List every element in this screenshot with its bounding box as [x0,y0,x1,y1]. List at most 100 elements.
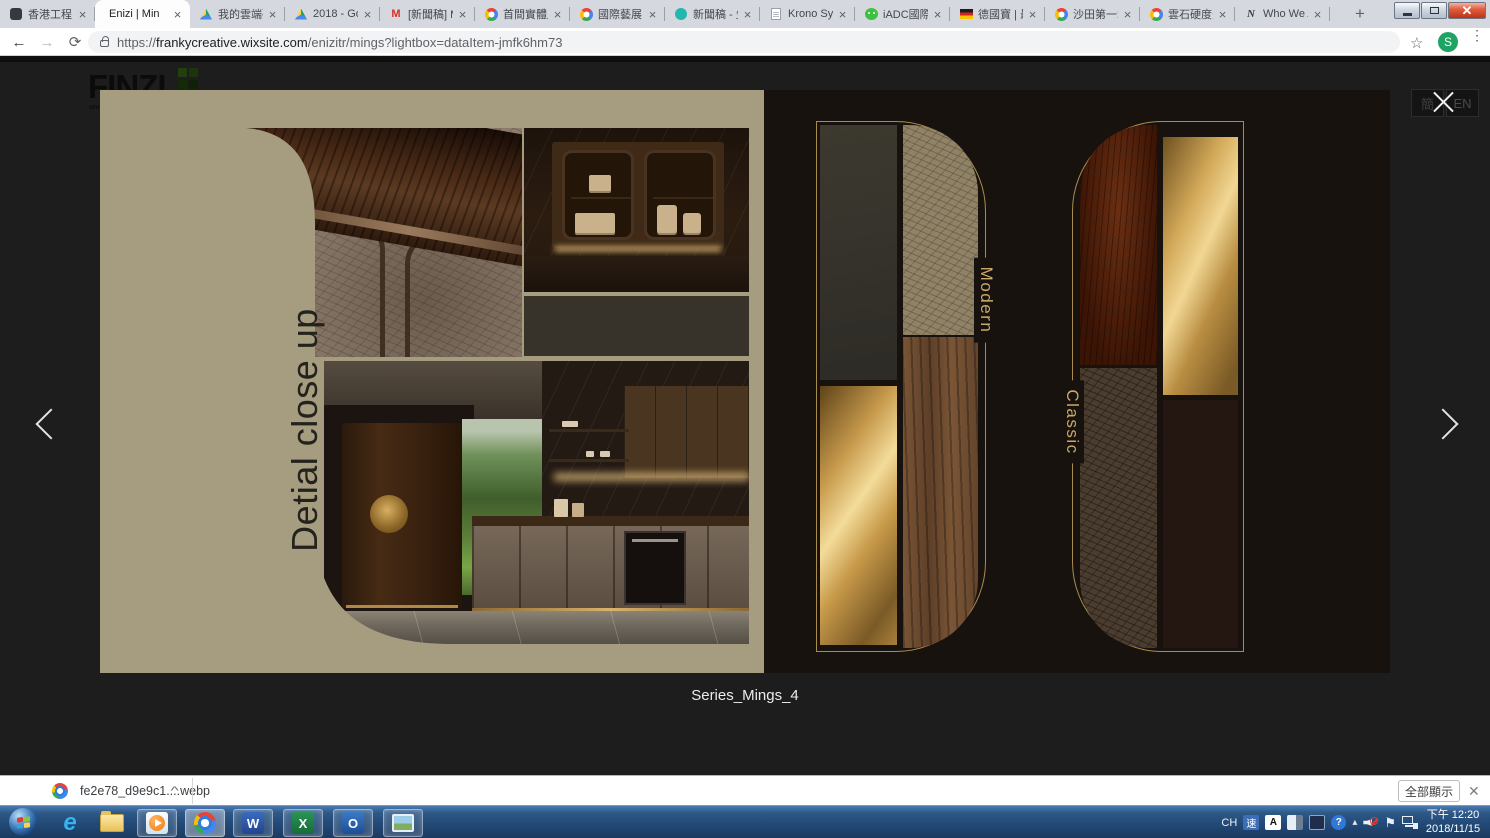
system-tray: CH 速 A ? ▴ ⚑ [1221,806,1418,838]
minimize-icon [1403,13,1412,16]
bookmark-star-icon[interactable]: ☆ [1410,34,1423,52]
tab-title: 香港工程 [28,6,73,22]
excel-icon: X [292,812,314,834]
download-caret-icon[interactable]: ^ [170,785,178,797]
under-cabinet-light [554,473,749,481]
tab-close-icon[interactable]: × [931,8,944,21]
tab-5[interactable]: 首間實體店× [475,0,570,28]
taskbar-clock[interactable]: 下午 12:20 2018/11/15 [1420,808,1486,836]
tab-close-icon[interactable]: × [1026,8,1039,21]
divider [192,778,193,804]
tab-title: 新聞稿 - 生 [693,6,738,22]
padlock-icon [100,40,109,47]
taskbar-photoviewer-button[interactable] [383,809,423,837]
taskbar-explorer-button[interactable] [92,809,132,837]
volume-muted-icon[interactable] [1363,816,1378,829]
tab-title: iADC國際 [883,6,928,22]
taskbar-outlook-button[interactable]: O [333,809,373,837]
ime-panel-icon[interactable] [1287,815,1303,830]
google-drive-icon [294,7,308,21]
help-icon[interactable]: ? [1331,815,1346,830]
ime-mode-icon[interactable]: A [1265,815,1281,830]
gmail-icon: M [389,7,403,21]
tab-close-icon[interactable]: × [1216,8,1229,21]
download-bar-close-button[interactable]: ✕ [1468,783,1480,799]
tab-3[interactable]: 2018 - Go× [285,0,380,28]
minimize-button[interactable] [1394,2,1420,19]
maximize-button[interactable] [1421,2,1447,19]
lightbox-next-arrow[interactable] [1427,408,1458,439]
taskbar-ie-button[interactable]: e [50,809,90,837]
lightbox-prev-arrow[interactable] [35,408,66,439]
tabs: 香港工程× Enizi | Min× 我的雲端硬× 2018 - Go× M[新… [0,0,1330,28]
tab-title: 雲石硬度分 [1168,6,1213,22]
taskbar-excel-button[interactable]: X [283,809,323,837]
under-cabinet-light [554,246,722,252]
tab-4[interactable]: M[新聞稿] M× [380,0,475,28]
tab-strip: 香港工程× Enizi | Min× 我的雲端硬× 2018 - Go× M[新… [0,0,1490,28]
chat-icon [674,7,688,21]
action-center-flag-icon[interactable]: ⚑ [1384,815,1396,831]
shelf-line [571,197,631,199]
tab-1-active[interactable]: Enizi | Min× [95,0,190,28]
tab-close-icon[interactable]: × [1121,8,1134,21]
tab-title: 首間實體店 [503,6,548,22]
document-icon [769,7,783,21]
taskbar-word-button[interactable]: W [233,809,273,837]
maximize-icon [1430,7,1439,14]
taskbar-mediaplayer-button[interactable] [137,809,177,837]
tab-7[interactable]: 新聞稿 - 生× [665,0,760,28]
keyboard-icon[interactable] [1309,815,1325,830]
wall-shelf [549,459,629,462]
ime-language-indicator[interactable]: CH [1221,817,1237,829]
new-tab-button[interactable]: + [1348,3,1372,25]
counter-shadow [524,256,749,292]
back-button[interactable]: ← [8,31,30,53]
internet-explorer-icon: e [63,812,76,834]
forward-button[interactable]: → [36,31,58,53]
tab-close-icon[interactable]: × [1311,8,1324,21]
tab-close-icon[interactable]: × [266,8,279,21]
collage-panel: Detial close up [100,90,764,673]
show-all-downloads-button[interactable]: 全部顯示 [1398,780,1460,802]
profile-avatar[interactable]: S [1438,32,1458,52]
download-filename[interactable]: fe2e78_d9e9c1....webp [80,784,210,798]
tab-12[interactable]: 雲石硬度分× [1140,0,1235,28]
taskbar-chrome-button[interactable] [185,809,225,837]
address-bar[interactable]: https://frankycreative.wixsite.com/enizi… [88,31,1400,53]
close-window-button[interactable]: ✕ [1448,2,1486,19]
outlook-icon: O [342,812,364,834]
network-icon[interactable] [1402,816,1418,829]
tab-13[interactable]: NWho We A× [1235,0,1330,28]
tab-10[interactable]: 德國寶 | 最× [950,0,1045,28]
countertop [472,516,749,526]
tab-2[interactable]: 我的雲端硬× [190,0,285,28]
lightbox-image[interactable]: Detial close up Modern Classic [100,90,1390,673]
reload-button[interactable]: ⟳ [64,31,86,53]
tab-close-icon[interactable]: × [456,8,469,21]
show-hidden-icons[interactable]: ▴ [1352,817,1357,828]
start-button[interactable] [9,808,37,836]
tab-close-icon[interactable]: × [361,8,374,21]
ime-speed-icon[interactable]: 速 [1243,815,1259,830]
tab-close-icon[interactable]: × [76,8,89,21]
swatch-dark-leather [1080,368,1157,648]
tab-9[interactable]: iADC國際× [855,0,950,28]
swatch-gold-brushed [820,386,897,645]
tab-0[interactable]: 香港工程× [0,0,95,28]
url-path: /enizitr/mings?lightbox=dataItem-jmfk6hm… [308,35,563,50]
lightbox-close-button[interactable] [1428,87,1458,117]
tab-close-icon[interactable]: × [646,8,659,21]
tab-close-icon[interactable]: × [836,8,849,21]
pot [586,451,594,457]
photo-viewer-icon [392,814,414,832]
tab-8[interactable]: Krono Sys× [760,0,855,28]
tab-11[interactable]: 沙田第一城× [1045,0,1140,28]
browser-menu-icon[interactable]: ⋮ [1470,32,1482,39]
word-icon: W [242,812,264,834]
tab-6[interactable]: 國際藝展中× [570,0,665,28]
tab-close-icon[interactable]: × [741,8,754,21]
tab-close-icon[interactable]: × [171,8,184,21]
tab-title: Krono Sys [788,8,833,20]
tab-close-icon[interactable]: × [551,8,564,21]
